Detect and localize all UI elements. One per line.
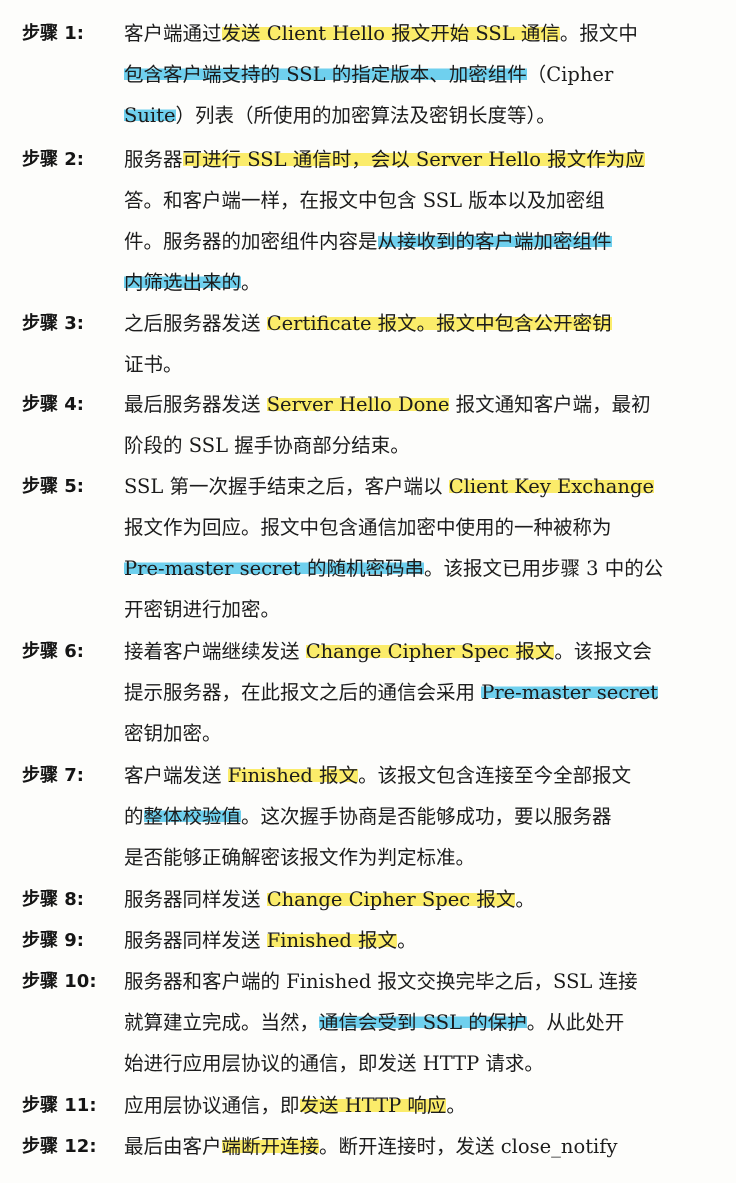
blue-highlight: 内筛选出来的 (124, 271, 242, 294)
text-run: 报文通知客户端，最初 (449, 393, 651, 416)
text-run: 。报文中 (559, 22, 638, 45)
step-label: 步骤 7: (22, 765, 84, 786)
step-text-line: 是否能够正确解密该报文作为判定标准。 (124, 838, 475, 878)
text-run: 客户端发送 (124, 764, 228, 787)
text-run: 最后由客户 (124, 1135, 222, 1158)
yellow-highlight: Client Key Exchange (448, 475, 654, 498)
text-run: 。这次握手协商是否能够成功，要以服务器 (241, 805, 612, 828)
text-run: 服务器同样发送 (124, 929, 267, 952)
yellow-highlight: Change Cipher Spec 报文 (305, 640, 555, 663)
text-run: （Cipher (526, 63, 614, 86)
step-text-line: 服务器可进行 SSL 通信时，会以 Server Hello 报文作为应 (124, 140, 645, 180)
step-text-line: 证书。 (124, 345, 183, 385)
step-text-line: 客户端通过发送 Client Hello 报文开始 SSL 通信。报文中 (124, 14, 638, 54)
text-run: 的 (124, 805, 144, 828)
text-run: 。 (446, 1094, 466, 1117)
step-label: 步骤 5: (22, 476, 84, 497)
text-run: 密钥加密。 (124, 722, 222, 745)
step-label: 步骤 8: (22, 889, 84, 910)
yellow-highlight: 发送 HTTP 响应 (299, 1094, 447, 1117)
yellow-highlight: Finished 报文 (266, 929, 398, 952)
step-label: 步骤 9: (22, 930, 84, 951)
text-run: 是否能够正确解密该报文作为判定标准。 (124, 846, 476, 869)
step-text-line: 服务器同样发送 Change Cipher Spec 报文。 (124, 880, 535, 920)
yellow-highlight: Server Hello Done (266, 393, 450, 416)
blue-highlight: 从接收到的客户端加密组件 (377, 230, 612, 253)
step-label: 步骤 1: (22, 23, 84, 44)
text-run: 开密钥进行加密。 (124, 598, 281, 621)
step-label: 步骤 3: (22, 313, 84, 334)
text-run: 。 (515, 888, 535, 911)
step-label: 步骤 4: (22, 394, 84, 415)
step-label: 步骤 12: (22, 1136, 97, 1157)
text-run: 服务器同样发送 (124, 888, 267, 911)
yellow-highlight: 端断开连接 (221, 1135, 320, 1158)
step-text-line: 的整体校验值。这次握手协商是否能够成功，要以服务器 (124, 797, 612, 837)
step-text-line: 密钥加密。 (124, 714, 222, 754)
step-text-line: 开密钥进行加密。 (124, 590, 280, 630)
blue-highlight: Pre-master secret 的随机密码串 (124, 557, 424, 580)
text-run: 始进行应用层协议的通信，即发送 HTTP 请求。 (124, 1052, 544, 1075)
yellow-highlight: Finished 报文 (227, 764, 359, 787)
step-text-line: 就算建立完成。当然，通信会受到 SSL 的保护。从此处开 (124, 1003, 624, 1043)
yellow-highlight: Change Cipher Spec 报文 (266, 888, 516, 911)
step-text-line: 之后服务器发送 Certificate 报文。报文中包含公开密钥 (124, 304, 612, 344)
text-run: 。断开连接时，发送 close_notify (319, 1135, 618, 1158)
text-run: 客户端通过 (124, 22, 222, 45)
text-run: 服务器和客户端的 Finished 报文交换完毕之后，SSL 连接 (124, 970, 638, 993)
step-text-line: 接着客户端继续发送 Change Cipher Spec 报文。该报文会 (124, 632, 652, 672)
text-run: 应用层协议通信，即 (124, 1094, 300, 1117)
step-label: 步骤 2: (22, 149, 84, 170)
document-page: 步骤 1: 客户端通过发送 Client Hello 报文开始 SSL 通信。报文… (0, 0, 736, 1183)
step-label: 步骤 11: (22, 1095, 97, 1116)
blue-highlight: 包含客户端支持的 SSL 的指定版本、加密组件 (124, 63, 527, 86)
step-text-line: Suite）列表（所使用的加密算法及密钥长度等）。 (124, 96, 556, 136)
step-text-line: 内筛选出来的。 (124, 263, 261, 303)
step-text-line: 答。和客户端一样，在报文中包含 SSL 版本以及加密组 (124, 181, 605, 221)
text-run: 证书。 (124, 353, 183, 376)
text-run: 接着客户端继续发送 (124, 640, 306, 663)
step-text-line: 包含客户端支持的 SSL 的指定版本、加密组件（Cipher (124, 55, 613, 95)
step-label: 步骤 6: (22, 641, 84, 662)
text-run: 就算建立完成。当然， (124, 1011, 320, 1034)
text-run: 。 (241, 271, 261, 294)
step-text-line: 客户端发送 Finished 报文。该报文包含连接至今全部报文 (124, 756, 631, 796)
text-run: 。该报文已用步骤 3 中的公 (423, 557, 664, 580)
yellow-highlight: 可进行 SSL 通信时，会以 Server Hello 报文作为应 (182, 148, 645, 171)
text-run: ）列表（所使用的加密算法及密钥长度等）。 (175, 104, 556, 127)
text-run: 。 (397, 929, 417, 952)
text-run: 件。服务器的加密组件内容是 (124, 230, 378, 253)
yellow-highlight: 发送 Client Hello 报文开始 SSL 通信 (221, 22, 560, 45)
text-run: 。从此处开 (526, 1011, 625, 1034)
step-text-line: Pre-master secret 的随机密码串。该报文已用步骤 3 中的公 (124, 549, 663, 589)
text-run: 报文作为回应。报文中包含通信加密中使用的一种被称为 (124, 516, 612, 539)
step-text-line: 最后由客户端断开连接。断开连接时，发送 close_notify (124, 1127, 618, 1167)
step-text-line: 提示服务器，在此报文之后的通信会采用 Pre-master secret (124, 673, 658, 713)
step-text-line: 最后服务器发送 Server Hello Done 报文通知客户端，最初 (124, 385, 651, 425)
step-text-line: SSL 第一次握手结束之后，客户端以 Client Key Exchange (124, 467, 654, 507)
step-text-line: 件。服务器的加密组件内容是从接收到的客户端加密组件 (124, 222, 612, 262)
blue-highlight: Suite (124, 104, 176, 127)
yellow-highlight: Certificate 报文。报文中包含公开密钥 (266, 312, 612, 335)
text-run: 。该报文包含连接至今全部报文 (358, 764, 632, 787)
step-text-line: 服务器同样发送 Finished 报文。 (124, 921, 417, 961)
step-text-line: 始进行应用层协议的通信，即发送 HTTP 请求。 (124, 1044, 544, 1084)
step-text-line: 报文作为回应。报文中包含通信加密中使用的一种被称为 (124, 508, 612, 548)
step-text-line: 应用层协议通信，即发送 HTTP 响应。 (124, 1086, 466, 1126)
text-run: SSL 第一次握手结束之后，客户端以 (124, 475, 449, 498)
blue-highlight: Pre-master secret (481, 681, 658, 704)
step-text-line: 阶段的 SSL 握手协商部分结束。 (124, 426, 410, 466)
text-run: 阶段的 SSL 握手协商部分结束。 (124, 434, 410, 457)
text-run: 答。和客户端一样，在报文中包含 SSL 版本以及加密组 (124, 189, 605, 212)
blue-highlight: 整体校验值 (143, 805, 242, 828)
step-text-line: 服务器和客户端的 Finished 报文交换完毕之后，SSL 连接 (124, 962, 638, 1002)
step-label: 步骤 10: (22, 971, 97, 992)
text-run: 最后服务器发送 (124, 393, 267, 416)
text-run: 。该报文会 (554, 640, 652, 663)
text-run: 提示服务器，在此报文之后的通信会采用 (124, 681, 482, 704)
text-run: 之后服务器发送 (124, 312, 267, 335)
text-run: 服务器 (124, 148, 183, 171)
blue-highlight: 通信会受到 SSL 的保护 (319, 1011, 527, 1034)
